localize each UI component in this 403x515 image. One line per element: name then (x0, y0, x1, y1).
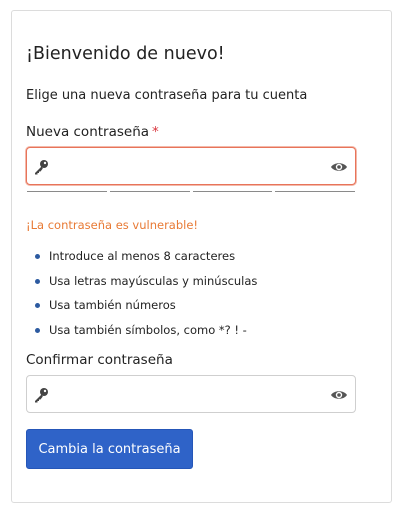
change-password-button[interactable]: Cambia la contraseña (26, 429, 193, 469)
list-item: Usa también símbolos, como *? ! - (34, 323, 257, 348)
page-subtitle: Elige una nueva contraseña para tu cuent… (26, 88, 308, 103)
new-password-label-text: Nueva contraseña (26, 124, 150, 140)
strength-segment (27, 191, 107, 192)
confirm-password-label: Confirmar contraseña (26, 352, 173, 368)
eye-icon[interactable] (330, 387, 348, 403)
password-warning: ¡La contraseña es vulnerable! (26, 218, 199, 232)
page-title: ¡Bienvenido de nuevo! (26, 44, 225, 64)
new-password-label: Nueva contraseña * (26, 124, 159, 140)
strength-segment (275, 191, 355, 192)
strength-segment (192, 191, 273, 192)
strength-segment (109, 191, 190, 192)
eye-icon[interactable] (330, 159, 348, 175)
new-password-input[interactable] (57, 148, 325, 184)
key-icon (35, 388, 48, 403)
password-rules-list: Introduce al menos 8 caracteres Usa letr… (34, 249, 257, 347)
new-password-field[interactable] (26, 147, 356, 185)
confirm-password-input[interactable] (57, 376, 325, 412)
list-item: Introduce al menos 8 caracteres (34, 249, 257, 274)
confirm-password-field[interactable] (26, 375, 356, 413)
list-item: Usa letras mayúsculas y minúsculas (34, 274, 257, 299)
password-strength-meter (27, 191, 355, 193)
key-icon (35, 160, 48, 175)
list-item: Usa también números (34, 298, 257, 323)
required-mark: * (152, 124, 159, 140)
